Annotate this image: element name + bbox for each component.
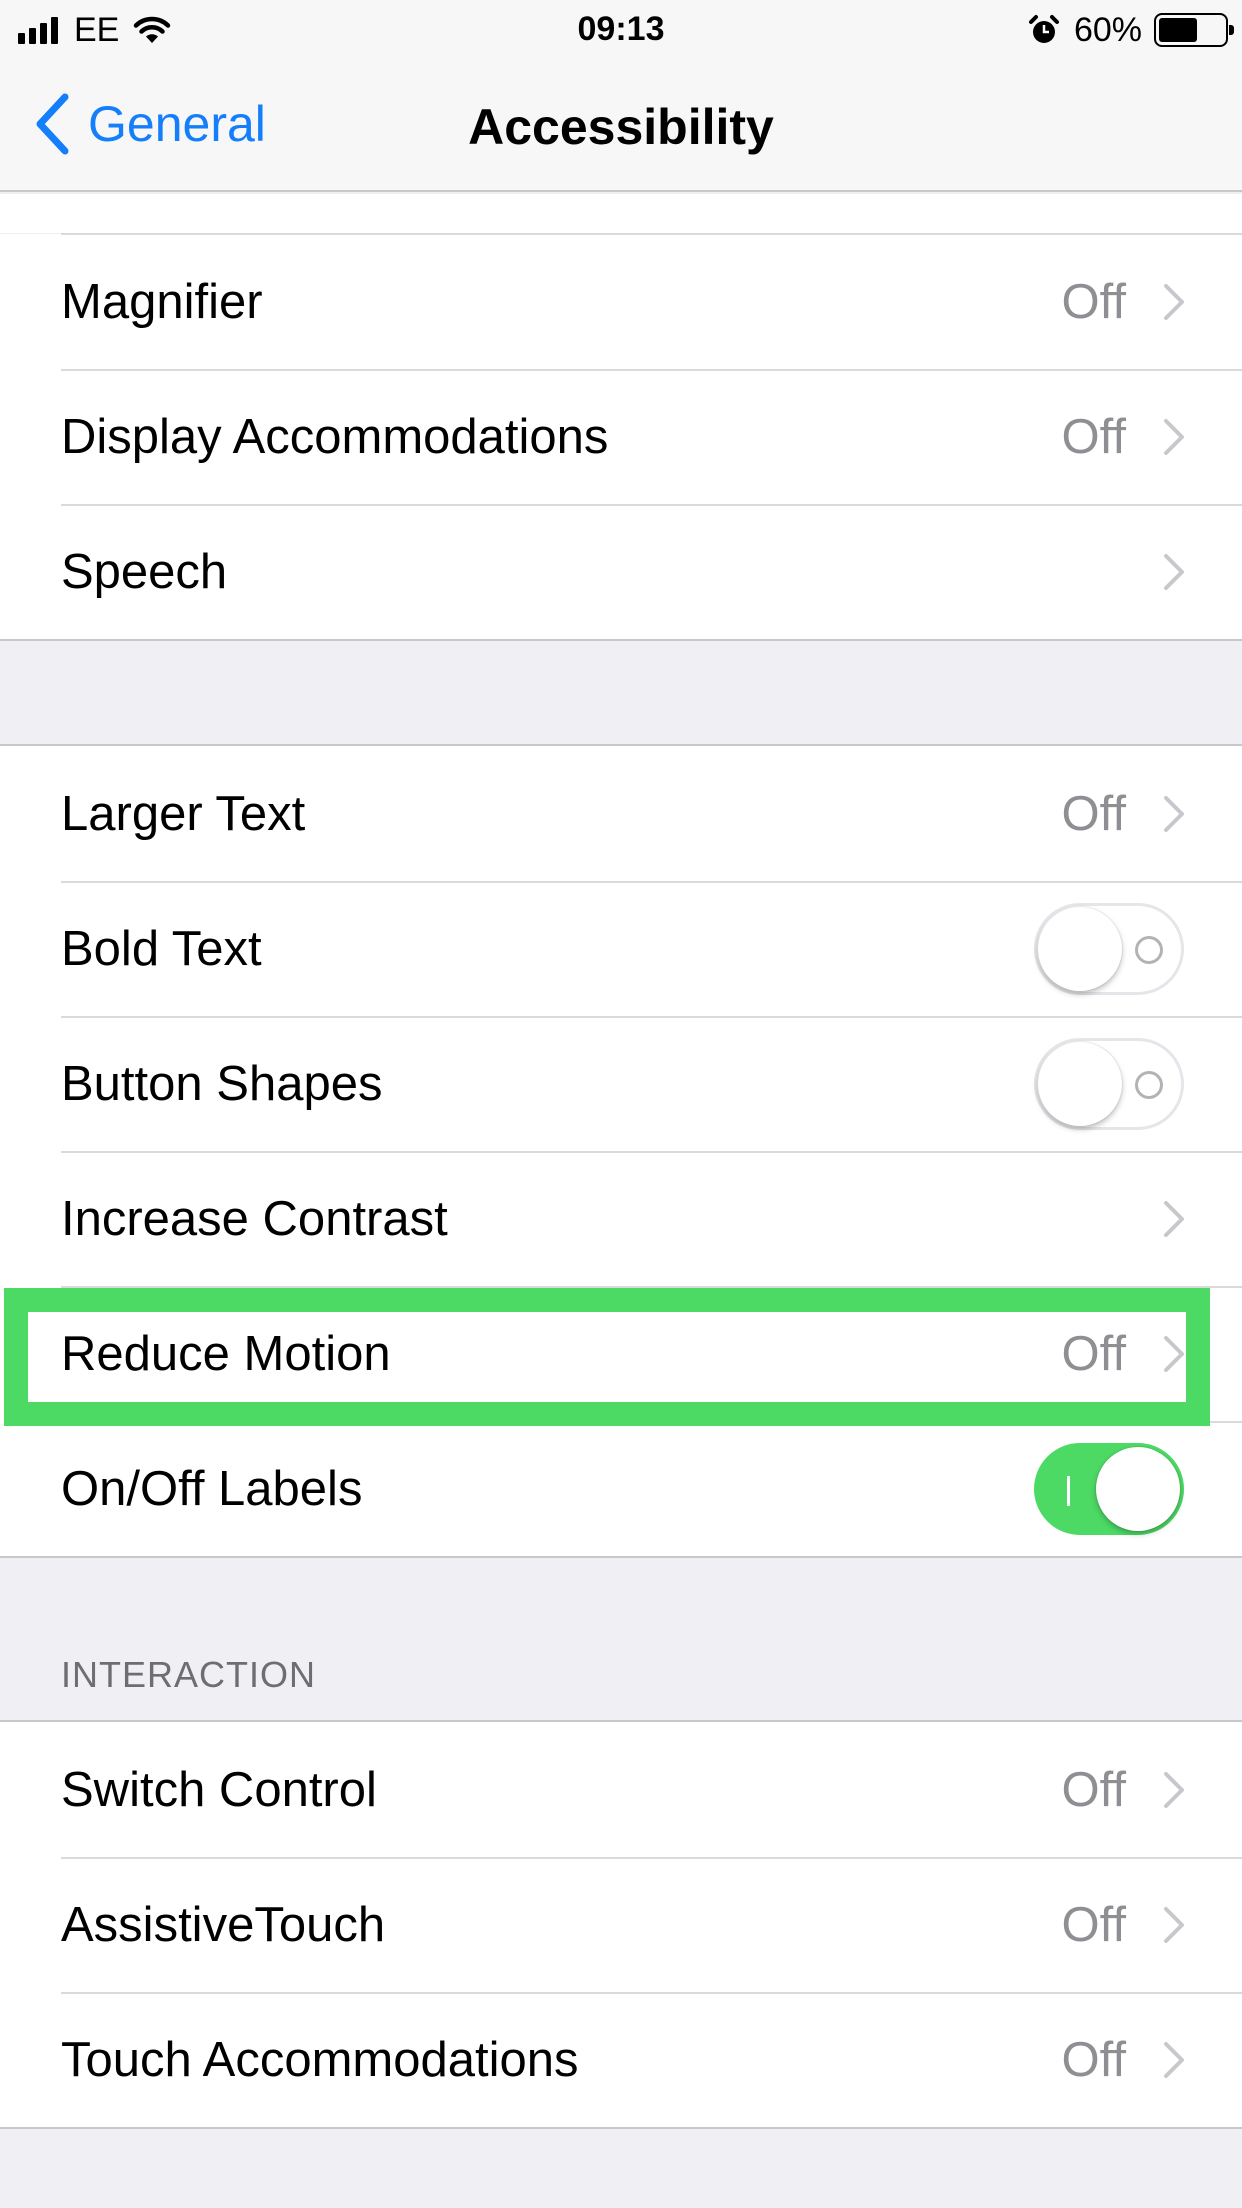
- row-label: Larger Text: [61, 786, 306, 841]
- scrolled-row-remnant: [0, 194, 1242, 233]
- page-title: Accessibility: [468, 99, 774, 155]
- navigation-bar: General Accessibility: [0, 60, 1242, 192]
- chevron-right-icon: [1164, 795, 1184, 832]
- chevron-right-icon: [1164, 1771, 1184, 1808]
- vision-settings-group: Magnifier Off Display Accommodations Off…: [0, 234, 1242, 641]
- settings-row-increase-contrast[interactable]: Increase Contrast: [0, 1151, 1242, 1286]
- chevron-right-icon: [1164, 1335, 1184, 1372]
- settings-row-speech[interactable]: Speech: [0, 504, 1242, 639]
- settings-row-assistivetouch[interactable]: AssistiveTouch Off: [0, 1857, 1242, 1992]
- row-value: Off: [1061, 1326, 1126, 1381]
- button-shapes-toggle[interactable]: [1034, 1037, 1184, 1130]
- bold-text-toggle[interactable]: [1034, 902, 1184, 995]
- chevron-right-icon: [1164, 553, 1184, 590]
- battery-fill: [1159, 18, 1197, 42]
- settings-row-button-shapes: Button Shapes: [0, 1016, 1242, 1151]
- toggle-off-label-icon: [1135, 935, 1163, 964]
- row-value: Off: [1061, 1897, 1126, 1952]
- row-label: Reduce Motion: [61, 1326, 391, 1381]
- row-label: On/Off Labels: [61, 1461, 363, 1516]
- settings-row-magnifier[interactable]: Magnifier Off: [0, 234, 1242, 369]
- row-label: Bold Text: [61, 921, 262, 976]
- row-label: Switch Control: [61, 1762, 377, 1817]
- toggle-on-label-icon: [1067, 1475, 1070, 1506]
- chevron-right-icon: [1164, 2041, 1184, 2078]
- row-label: Touch Accommodations: [61, 2032, 579, 2087]
- alarm-clock-icon: [1028, 15, 1059, 43]
- row-value: Off: [1061, 274, 1126, 329]
- row-label: AssistiveTouch: [61, 1897, 386, 1952]
- settings-row-larger-text[interactable]: Larger Text Off: [0, 746, 1242, 881]
- toggle-knob: [1096, 1446, 1180, 1531]
- row-label: Magnifier: [61, 274, 263, 329]
- settings-row-display-accommodations[interactable]: Display Accommodations Off: [0, 369, 1242, 504]
- display-settings-group: Larger Text Off Bold Text Button Shapes …: [0, 744, 1242, 1558]
- interaction-settings-group: Switch Control Off AssistiveTouch Off To…: [0, 1720, 1242, 2129]
- chevron-right-icon: [1164, 1200, 1184, 1237]
- row-value: Off: [1061, 1762, 1126, 1817]
- status-bar: EE 09:13 60%: [0, 0, 1242, 60]
- list-separator: [61, 233, 1242, 235]
- settings-row-reduce-motion[interactable]: Reduce Motion Off: [0, 1286, 1242, 1421]
- settings-row-switch-control[interactable]: Switch Control Off: [0, 1722, 1242, 1857]
- settings-row-bold-text: Bold Text: [0, 881, 1242, 1016]
- row-label: Display Accommodations: [61, 409, 609, 464]
- row-label: Button Shapes: [61, 1056, 383, 1111]
- section-header-interaction: INTERACTION: [61, 1654, 317, 1695]
- toggle-off-label-icon: [1135, 1070, 1163, 1099]
- row-value: Off: [1061, 786, 1126, 841]
- toggle-knob: [1038, 906, 1122, 991]
- toggle-knob: [1038, 1041, 1122, 1126]
- row-value: Off: [1061, 2032, 1126, 2087]
- battery-icon: [1154, 13, 1234, 47]
- on-off-labels-toggle[interactable]: [1034, 1442, 1184, 1535]
- row-value: Off: [1061, 409, 1126, 464]
- row-label: Increase Contrast: [61, 1191, 448, 1246]
- battery-percentage: 60%: [1073, 10, 1142, 49]
- chevron-right-icon: [1164, 1906, 1184, 1943]
- row-label: Speech: [61, 544, 228, 599]
- status-right: 60%: [1028, 10, 1234, 50]
- settings-row-touch-accommodations[interactable]: Touch Accommodations Off: [0, 1992, 1242, 2127]
- chevron-right-icon: [1164, 283, 1184, 320]
- accessibility-settings-screen: EE 09:13 60% General Accessibility Magni…: [0, 0, 1242, 2208]
- chevron-right-icon: [1164, 418, 1184, 455]
- settings-row-on-off-labels: On/Off Labels: [0, 1421, 1242, 1556]
